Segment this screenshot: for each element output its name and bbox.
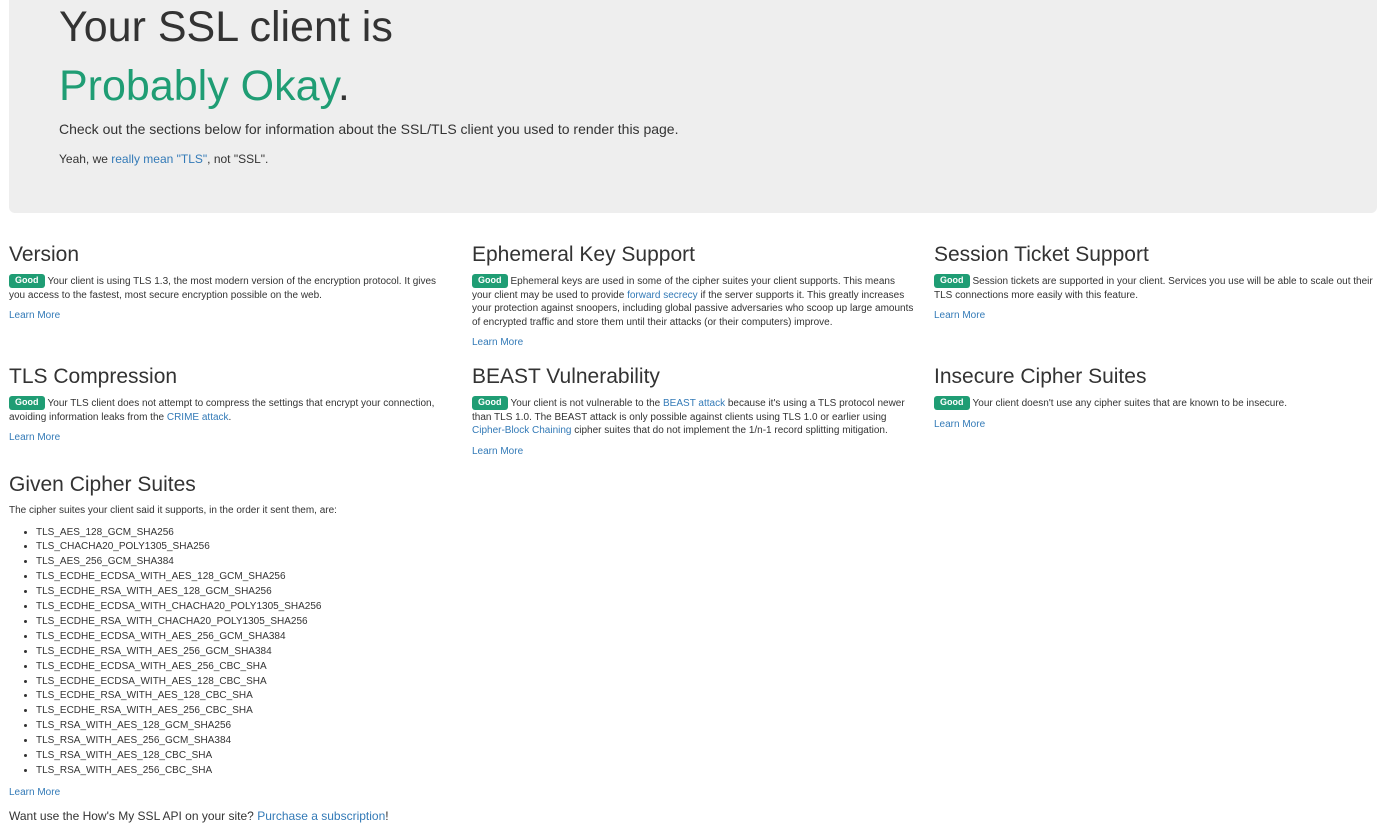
tls-note: Yeah, we really mean "TLS", not "SSL". — [59, 151, 268, 167]
good-badge: Good — [934, 396, 970, 410]
section-body: Session tickets are supported in your cl… — [934, 276, 1373, 301]
cipher-suite-item: TLS_ECDHE_ECDSA_WITH_AES_256_CBC_SHA — [36, 660, 609, 675]
forward-secrecy-link[interactable]: forward secrecy — [627, 290, 698, 301]
crime-attack-link[interactable]: CRIME attack — [167, 412, 229, 423]
section-text: Good Ephemeral keys are used in some of t… — [472, 274, 914, 329]
good-badge: Good — [9, 396, 45, 410]
verdict: Probably Okay. — [59, 62, 350, 110]
learn-more-link[interactable]: Learn More — [472, 445, 523, 458]
beast-attack-link[interactable]: BEAST attack — [663, 398, 725, 409]
cipher-suite-item: TLS_RSA_WITH_AES_128_CBC_SHA — [36, 749, 609, 764]
cipher-suite-list: TLS_AES_128_GCM_SHA256TLS_CHACHA20_POLY1… — [9, 526, 609, 779]
cipher-suite-item: TLS_ECDHE_ECDSA_WITH_AES_128_GCM_SHA256 — [36, 570, 609, 585]
good-badge: Good — [934, 274, 970, 288]
footer-suffix: ! — [385, 809, 389, 823]
insecure-cipher-section: Insecure Cipher Suites Good Your client d… — [934, 364, 1376, 432]
tls-note-prefix: Yeah, we — [59, 152, 112, 166]
tls-compression-section: TLS Compression Good Your TLS client does… — [9, 364, 451, 445]
given-cipher-suites-section: Given Cipher Suites The cipher suites yo… — [9, 472, 609, 800]
tls-note-suffix: , not "SSL". — [207, 152, 269, 166]
footer-prefix: Want use the How's My SSL API on your si… — [9, 809, 258, 823]
rating-text: Probably Okay — [59, 62, 338, 110]
cipher-suite-item: TLS_AES_256_GCM_SHA384 — [36, 555, 609, 570]
section-title: Given Cipher Suites — [9, 473, 196, 496]
session-ticket-section: Session Ticket Support Good Session ticke… — [934, 242, 1376, 323]
suites-intro: The cipher suites your client said it su… — [9, 505, 337, 516]
learn-more-link[interactable]: Learn More — [934, 309, 985, 322]
cipher-suite-item: TLS_AES_128_GCM_SHA256 — [36, 526, 609, 541]
section-text: Good Your client is using TLS 1.3, the mo… — [9, 274, 451, 302]
lead-text: Check out the sections below for informa… — [59, 121, 679, 137]
learn-more-link[interactable]: Learn More — [472, 336, 523, 349]
beast-section: BEAST Vulnerability Good Your client is n… — [472, 364, 914, 459]
cipher-suite-item: TLS_ECDHE_RSA_WITH_CHACHA20_POLY1305_SHA… — [36, 615, 609, 630]
cipher-suite-item: TLS_RSA_WITH_AES_256_GCM_SHA384 — [36, 734, 609, 749]
version-section: Version Good Your client is using TLS 1.3… — [9, 242, 451, 323]
section-text: Good Your client is not vulnerable to the… — [472, 396, 914, 438]
good-badge: Good — [472, 396, 508, 410]
section-body: Your client is not vulnerable to the — [510, 398, 664, 409]
section-title: Insecure Cipher Suites — [934, 365, 1147, 388]
cipher-suite-item: TLS_RSA_WITH_AES_128_GCM_SHA256 — [36, 719, 609, 734]
cipher-suite-item: TLS_ECDHE_RSA_WITH_AES_128_GCM_SHA256 — [36, 585, 609, 600]
footer-text: Want use the How's My SSL API on your si… — [9, 808, 389, 824]
ephemeral-key-section: Ephemeral Key Support Good Ephemeral keys… — [472, 242, 914, 350]
cipher-suite-item: TLS_ECDHE_RSA_WITH_AES_256_GCM_SHA384 — [36, 645, 609, 660]
section-title: BEAST Vulnerability — [472, 365, 660, 388]
rating-suffix: . — [337, 62, 350, 110]
hero-panel: Your SSL client is Probably Okay. Check … — [9, 0, 1377, 213]
section-body: Your client doesn't use any cipher suite… — [972, 398, 1288, 409]
cipher-block-chaining-link[interactable]: Cipher-Block Chaining — [472, 425, 572, 436]
learn-more-link[interactable]: Learn More — [9, 786, 60, 799]
section-body-end: cipher suites that do not implement the … — [571, 425, 888, 436]
learn-more-link[interactable]: Learn More — [9, 431, 60, 444]
good-badge: Good — [472, 274, 508, 288]
section-title: Session Ticket Support — [934, 243, 1149, 266]
headline: Your SSL client is — [59, 3, 393, 51]
tls-note-link[interactable]: really mean "TLS" — [111, 152, 207, 166]
good-badge: Good — [9, 274, 45, 288]
cipher-suite-item: TLS_RSA_WITH_AES_256_CBC_SHA — [36, 764, 609, 779]
section-text: Good Session tickets are supported in you… — [934, 274, 1376, 302]
purchase-subscription-link[interactable]: Purchase a subscription — [257, 809, 385, 823]
section-title: Version — [9, 243, 80, 266]
section-body-cont: . — [228, 411, 232, 423]
section-text: Good Your client doesn't use any cipher s… — [934, 396, 1376, 411]
section-body: Your client is using TLS 1.3, the most m… — [9, 276, 437, 301]
cipher-suite-item: TLS_ECDHE_ECDSA_WITH_AES_128_CBC_SHA — [36, 675, 609, 690]
learn-more-link[interactable]: Learn More — [934, 418, 985, 431]
cipher-suite-item: TLS_CHACHA20_POLY1305_SHA256 — [36, 540, 609, 555]
cipher-suite-item: TLS_ECDHE_ECDSA_WITH_CHACHA20_POLY1305_S… — [36, 600, 609, 615]
section-text: Good Your TLS client does not attempt to … — [9, 396, 451, 424]
section-title: TLS Compression — [9, 365, 178, 388]
cipher-suite-item: TLS_ECDHE_RSA_WITH_AES_256_CBC_SHA — [36, 704, 609, 719]
cipher-suite-item: TLS_ECDHE_RSA_WITH_AES_128_CBC_SHA — [36, 689, 609, 704]
learn-more-link[interactable]: Learn More — [9, 309, 60, 322]
section-title: Ephemeral Key Support — [472, 243, 695, 266]
cipher-suite-item: TLS_ECDHE_ECDSA_WITH_AES_256_GCM_SHA384 — [36, 630, 609, 645]
